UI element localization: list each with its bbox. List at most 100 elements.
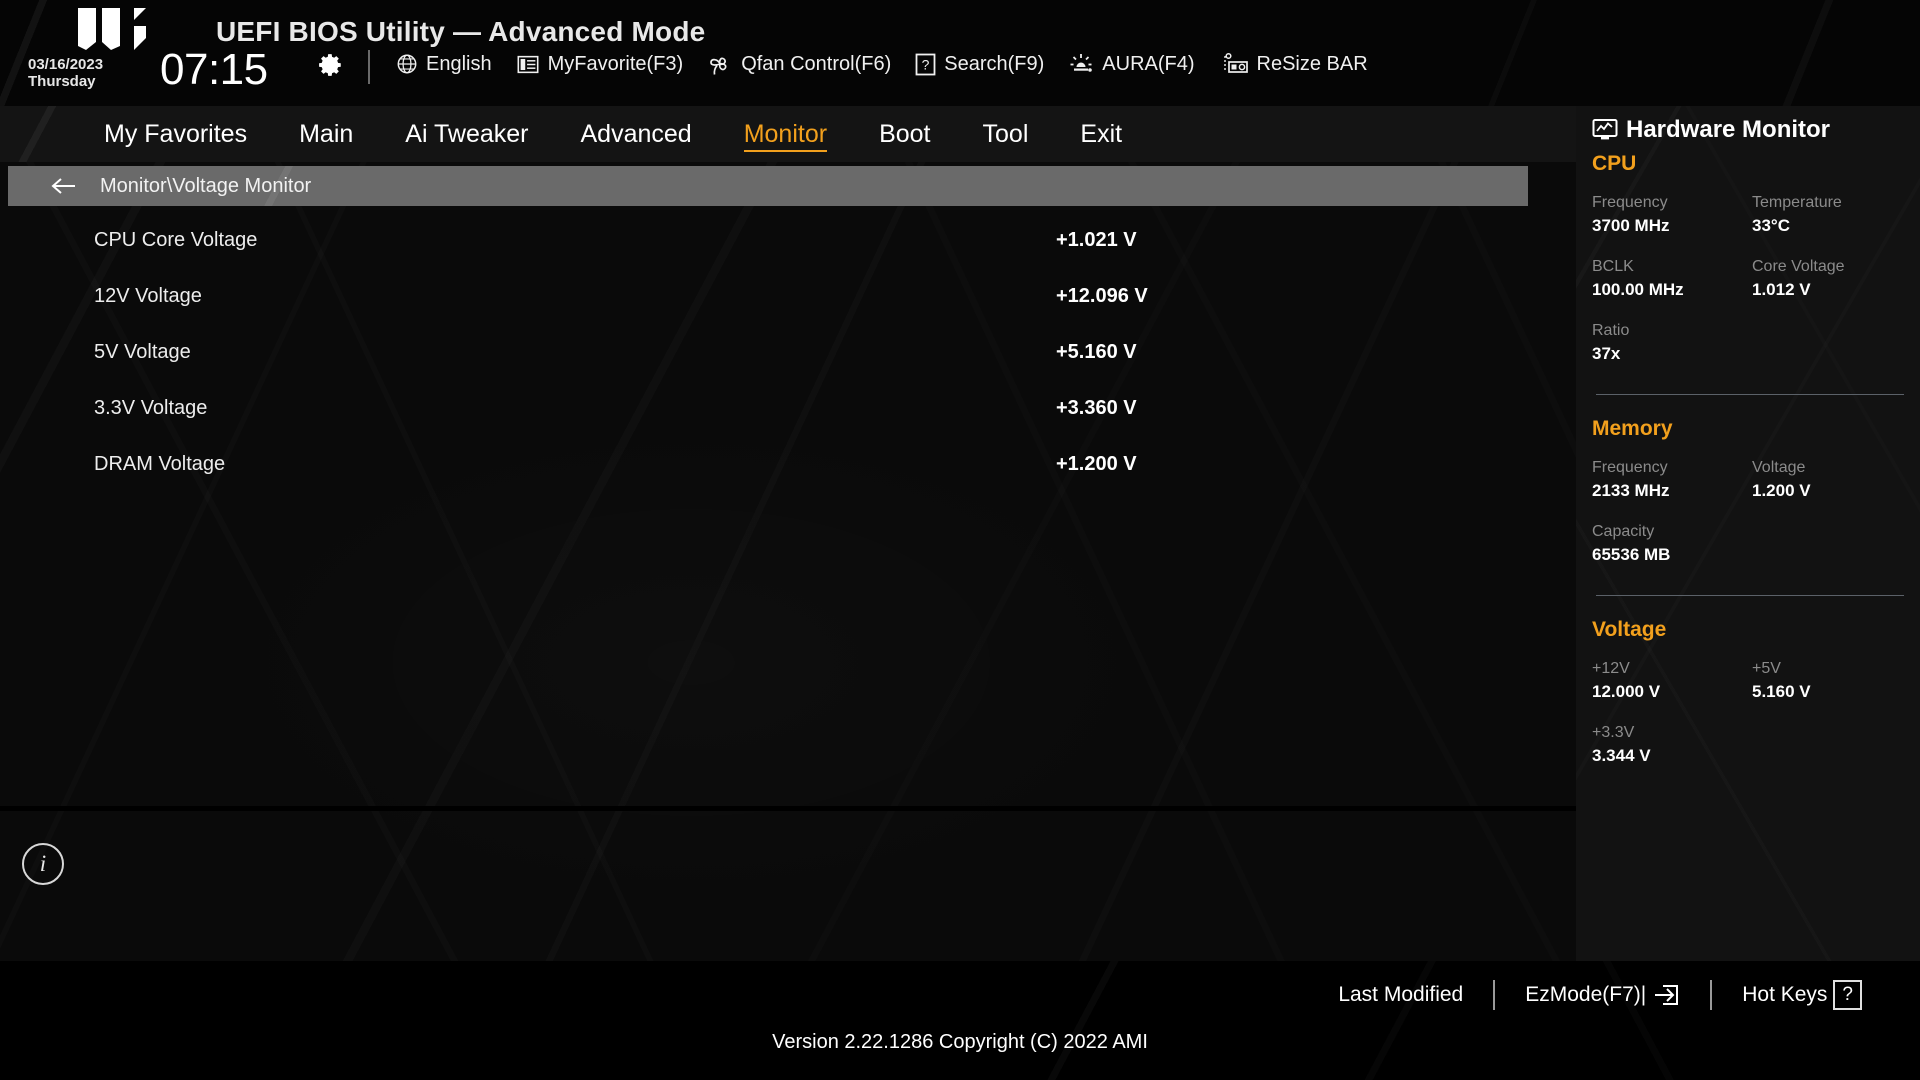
last-modified-button[interactable]: Last Modified bbox=[1308, 983, 1493, 1007]
stat-key: Frequency bbox=[1592, 192, 1752, 214]
list-item[interactable]: 5V Voltage +5.160 V bbox=[0, 324, 1576, 380]
weekday-value: Thursday bbox=[28, 73, 103, 90]
question-key-icon: ? bbox=[1833, 980, 1862, 1010]
ezmode-button[interactable]: EzMode(F7)| bbox=[1495, 983, 1710, 1007]
ezmode-label: EzMode(F7)| bbox=[1525, 983, 1646, 1007]
item-label: 5V Voltage bbox=[94, 341, 191, 364]
voltage-list: CPU Core Voltage +1.021 V 12V Voltage +1… bbox=[0, 212, 1576, 492]
stat-mem-capacity: Capacity 65536 MB bbox=[1592, 521, 1752, 567]
stat-mem-frequency: Frequency 2133 MHz bbox=[1592, 457, 1752, 503]
stat-value: 12.000 V bbox=[1592, 680, 1752, 704]
monitor-chart-icon bbox=[1592, 118, 1618, 142]
globe-icon bbox=[396, 53, 418, 75]
stat-frequency: Frequency 3700 MHz bbox=[1592, 192, 1752, 238]
stat-5v: +5V 5.160 V bbox=[1752, 658, 1908, 704]
resize-bar-button[interactable]: ReSize BAR bbox=[1219, 52, 1368, 76]
stat-key: +12V bbox=[1592, 658, 1752, 680]
version-label: Version 2.22.1286 Copyright (C) 2022 AMI bbox=[0, 1031, 1920, 1054]
fan-icon bbox=[707, 52, 733, 76]
main-navigation: My Favorites Main Ai Tweaker Advanced Mo… bbox=[0, 106, 1576, 162]
date-value: 03/16/2023 bbox=[28, 56, 103, 73]
tab-main[interactable]: Main bbox=[273, 106, 379, 162]
tab-boot[interactable]: Boot bbox=[853, 106, 956, 162]
item-value: +1.200 V bbox=[1056, 453, 1137, 476]
breadcrumb-path: Monitor\Voltage Monitor bbox=[100, 175, 311, 198]
hardware-monitor-body: CPU Frequency 3700 MHz Temperature 33°C … bbox=[1592, 152, 1908, 786]
tab-tool[interactable]: Tool bbox=[957, 106, 1055, 162]
section-title-voltage: Voltage bbox=[1592, 618, 1908, 642]
tab-ai-tweaker[interactable]: Ai Tweaker bbox=[379, 106, 554, 162]
stat-core-voltage: Core Voltage 1.012 V bbox=[1752, 256, 1908, 302]
stat-value: 1.200 V bbox=[1752, 479, 1908, 503]
tab-advanced[interactable]: Advanced bbox=[555, 106, 718, 162]
list-icon bbox=[516, 54, 540, 75]
cpu-stats: Frequency 3700 MHz Temperature 33°C BCLK… bbox=[1592, 192, 1908, 384]
list-item[interactable]: 12V Voltage +12.096 V bbox=[0, 268, 1576, 324]
section-divider bbox=[1596, 595, 1904, 596]
item-value: +5.160 V bbox=[1056, 341, 1137, 364]
search-button[interactable]: ? Search(F9) bbox=[915, 53, 1044, 76]
stat-value: 65536 MB bbox=[1592, 543, 1752, 567]
aura-icon bbox=[1068, 52, 1094, 76]
stat-value: 5.160 V bbox=[1752, 680, 1908, 704]
aura-button[interactable]: AURA(F4) bbox=[1068, 52, 1194, 76]
stat-temperature: Temperature 33°C bbox=[1752, 192, 1908, 238]
gear-icon[interactable] bbox=[318, 52, 344, 78]
gpu-icon bbox=[1219, 52, 1249, 76]
section-divider bbox=[1596, 394, 1904, 395]
item-label: CPU Core Voltage bbox=[94, 229, 257, 252]
section-title-memory: Memory bbox=[1592, 417, 1908, 441]
stat-bclk: BCLK 100.00 MHz bbox=[1592, 256, 1752, 302]
item-label: 12V Voltage bbox=[94, 285, 202, 308]
stat-value: 3.344 V bbox=[1592, 744, 1752, 768]
hotkeys-label: Hot Keys bbox=[1742, 983, 1827, 1007]
header-bar: UEFI BIOS Utility — Advanced Mode 03/16/… bbox=[0, 0, 1920, 106]
language-button[interactable]: English bbox=[396, 53, 492, 76]
stat-key: Core Voltage bbox=[1752, 256, 1908, 278]
header-separator bbox=[368, 50, 370, 84]
list-item[interactable]: 3.3V Voltage +3.360 V bbox=[0, 380, 1576, 436]
item-value: +1.021 V bbox=[1056, 229, 1137, 252]
language-label: English bbox=[426, 53, 492, 76]
list-item[interactable]: DRAM Voltage +1.200 V bbox=[0, 436, 1576, 492]
arrow-left-icon[interactable] bbox=[50, 176, 78, 196]
voltage-stats: +12V 12.000 V +5V 5.160 V +3.3V 3.344 V bbox=[1592, 658, 1908, 786]
tuf-gaming-logo bbox=[76, 6, 158, 50]
svg-text:?: ? bbox=[922, 56, 930, 72]
hotkeys-button[interactable]: Hot Keys ? bbox=[1712, 980, 1892, 1010]
question-icon: ? bbox=[915, 53, 936, 76]
hardware-monitor-title: Hardware Monitor bbox=[1626, 116, 1830, 144]
list-item[interactable]: CPU Core Voltage +1.021 V bbox=[0, 212, 1576, 268]
stat-key: +5V bbox=[1752, 658, 1908, 680]
date-display: 03/16/2023 Thursday bbox=[28, 56, 103, 90]
stat-ratio: Ratio 37x bbox=[1592, 320, 1752, 366]
stat-33v: +3.3V 3.344 V bbox=[1592, 722, 1752, 768]
myfavorite-button[interactable]: MyFavorite(F3) bbox=[516, 53, 684, 76]
tab-exit[interactable]: Exit bbox=[1054, 106, 1148, 162]
memory-stats: Frequency 2133 MHz Voltage 1.200 V Capac… bbox=[1592, 457, 1908, 585]
stat-value: 1.012 V bbox=[1752, 278, 1908, 302]
tab-monitor[interactable]: Monitor bbox=[718, 106, 853, 162]
qfan-control-button[interactable]: Qfan Control(F6) bbox=[707, 52, 891, 76]
header-tools: English MyFavorite(F3) bbox=[396, 52, 1368, 76]
stat-value: 100.00 MHz bbox=[1592, 278, 1752, 302]
footer-bar: Last Modified EzMode(F7)| Hot Keys ? Ver… bbox=[0, 961, 1920, 1080]
stat-key: Capacity bbox=[1592, 521, 1752, 543]
resize-bar-label: ReSize BAR bbox=[1257, 53, 1368, 76]
stat-value: 2133 MHz bbox=[1592, 479, 1752, 503]
stat-key: Temperature bbox=[1752, 192, 1908, 214]
stat-key: +3.3V bbox=[1592, 722, 1752, 744]
stat-key: Ratio bbox=[1592, 320, 1752, 342]
item-value: +12.096 V bbox=[1056, 285, 1148, 308]
tab-my-favorites[interactable]: My Favorites bbox=[78, 106, 273, 162]
qfan-label: Qfan Control(F6) bbox=[741, 53, 891, 76]
stat-key: Frequency bbox=[1592, 457, 1752, 479]
search-label: Search(F9) bbox=[944, 53, 1044, 76]
stat-key: Voltage bbox=[1752, 457, 1908, 479]
breadcrumb[interactable]: Monitor\Voltage Monitor bbox=[8, 166, 1528, 206]
item-value: +3.360 V bbox=[1056, 397, 1137, 420]
info-icon[interactable]: i bbox=[22, 843, 64, 885]
clock-display: 07:15 bbox=[160, 45, 268, 95]
stat-value: 33°C bbox=[1752, 214, 1908, 238]
item-label: DRAM Voltage bbox=[94, 453, 225, 476]
